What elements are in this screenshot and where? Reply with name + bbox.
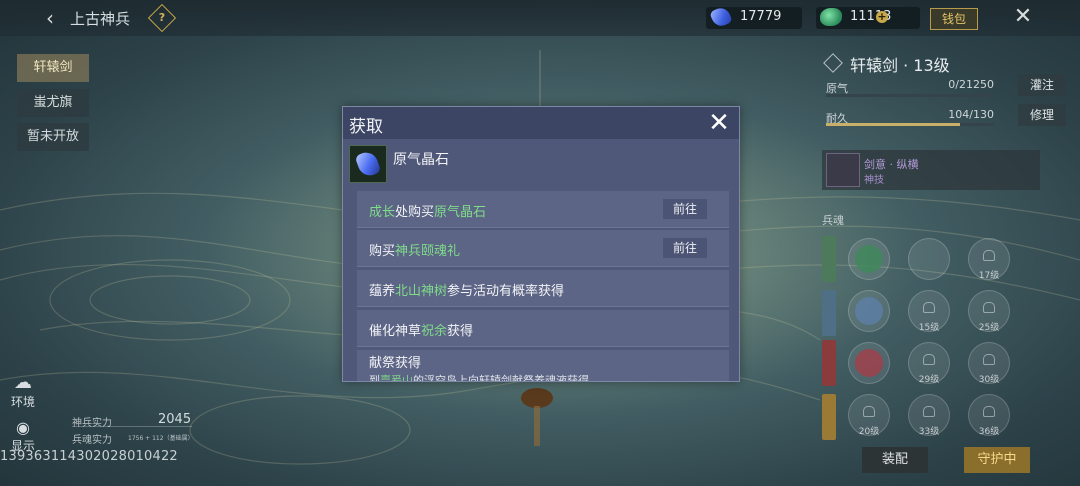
soul-tag-green [822, 236, 836, 282]
lock-icon [923, 406, 935, 417]
user-id: 13936311430202801042​2 [0, 449, 178, 464]
soul-slot[interactable]: 15级 [908, 290, 950, 333]
soul-emblem-icon [855, 349, 883, 377]
soul-label: 兵魂 [822, 214, 844, 227]
soul-slot[interactable] [848, 238, 890, 280]
soul-tag-blue [822, 290, 836, 336]
sidebar-item-chiyou[interactable]: 蚩尤旗 [17, 89, 89, 117]
soul-emblem-icon [855, 245, 883, 273]
lock-icon [863, 406, 875, 417]
durability-progress-bar [826, 123, 994, 126]
currency-blue-value: 17779 [740, 9, 782, 24]
slot-level-label: 30级 [978, 375, 1000, 385]
slot-level-label: 25级 [978, 323, 1000, 333]
acquire-dialog: 获取 ✕ 原气晶石 成长处购买原气晶石 前往 购买神兵颐魂礼 前往 蕴养北山神树… [342, 106, 740, 382]
help-icon: ? [158, 11, 166, 24]
slot-level-label: 15级 [918, 323, 940, 333]
eye-icon: ◉ [16, 418, 30, 437]
soul-slot[interactable]: 20级 [848, 394, 890, 437]
source-row: 献祭获得 到亶爰山的浮空岛上向轩辕剑献祭养魂液获得 [357, 350, 729, 382]
lock-icon [983, 354, 995, 365]
guarding-button[interactable]: 守护中 [964, 447, 1030, 473]
close-icon[interactable]: ✕ [1012, 6, 1034, 28]
soul-power-label: 兵魂实力 [72, 435, 112, 446]
blue-crystal-icon [709, 5, 733, 29]
lock-icon [983, 250, 995, 261]
item-name: 原气晶石 [393, 152, 449, 168]
cloud-icon: ☁ [14, 372, 32, 393]
soul-slot[interactable]: 36级 [968, 394, 1010, 437]
source-row: 催化神草祝余获得 [357, 310, 729, 347]
divider [72, 426, 192, 427]
weapon-icon [823, 53, 843, 73]
source-text: 蕴养北山神树参与活动有概率获得 [369, 284, 565, 299]
source-subtext: 到亶爰山的浮空岛上向轩辕剑献祭养魂液获得 [369, 374, 589, 382]
back-arrow-icon[interactable]: ‹ [38, 6, 62, 30]
crystal-item-icon [349, 145, 387, 183]
currency-blue-display: 17779 [706, 5, 802, 29]
jade-icon [820, 8, 842, 26]
sidebar-item-locked[interactable]: 暂未开放 [17, 123, 89, 151]
soul-slot[interactable]: 29级 [908, 342, 950, 385]
add-currency-icon[interactable]: + [876, 11, 888, 23]
source-text: 催化神草祝余获得 [369, 324, 474, 339]
lock-icon [923, 302, 935, 313]
dialog-header: 获取 ✕ [343, 107, 739, 139]
durability-progress-fill [826, 123, 961, 126]
soul-tag-red [822, 340, 836, 386]
weapon-name: 轩辕剑 · 13级 [850, 56, 950, 75]
qi-progress-bar [826, 94, 994, 97]
skill-type: 神技 [864, 175, 884, 186]
equip-button[interactable]: 装配 [862, 447, 928, 473]
lock-icon [983, 302, 995, 313]
currency-green-display: 11113 [816, 7, 920, 29]
stat-value-durability: 104/130 [948, 108, 994, 121]
source-row: 蕴养北山神树参与活动有概率获得 [357, 270, 729, 307]
soul-slot[interactable]: 25级 [968, 290, 1010, 333]
soul-power-value: 1756 + 112（基础属） [128, 435, 194, 442]
power-value: 2045 [158, 412, 192, 427]
dialog-title: 获取 [349, 117, 383, 137]
source-text: 成长处购买原气晶石 [369, 205, 487, 220]
go-button[interactable]: 前往 [663, 238, 707, 258]
environment-label: 环境 [10, 395, 35, 409]
slot-level-label: 36级 [978, 427, 1000, 437]
lock-icon [983, 406, 995, 417]
slot-level-label: 29级 [918, 375, 940, 385]
slot-level-label: 20级 [858, 427, 880, 437]
environment-button[interactable]: ☁ 环境 [8, 372, 38, 410]
wallet-button[interactable]: 钱包 [930, 8, 978, 30]
page-title: 上古神兵 [70, 10, 131, 28]
slot-level-label: 17级 [978, 271, 1000, 281]
source-text: 献祭获得 [369, 356, 422, 371]
soul-emblem-icon [855, 297, 883, 325]
sidebar-item-xuanyuan[interactable]: 轩辕剑 [17, 54, 89, 82]
dialog-close-icon[interactable]: ✕ [705, 109, 733, 137]
stat-value-qi: 0/21250 [948, 78, 994, 91]
soul-slot[interactable] [848, 342, 890, 384]
repair-button[interactable]: 修理 [1018, 104, 1066, 126]
slot-level-label: 33级 [918, 427, 940, 437]
skill-card[interactable]: 剑意 · 纵横 神技 [822, 150, 1040, 190]
soul-slot[interactable]: 33级 [908, 394, 950, 437]
soul-tag-gold [822, 394, 836, 440]
source-text: 购买神兵颐魂礼 [369, 244, 461, 259]
skill-name: 剑意 · 纵横 [864, 158, 919, 171]
soul-slot[interactable]: 30级 [968, 342, 1010, 385]
soul-slot[interactable] [848, 290, 890, 332]
soul-slot[interactable]: 17级 [968, 238, 1010, 281]
source-row: 成长处购买原气晶石 前往 [357, 191, 729, 228]
source-row: 购买神兵颐魂礼 前往 [357, 230, 729, 267]
skill-icon [826, 153, 860, 187]
lock-icon [923, 354, 935, 365]
go-button[interactable]: 前往 [663, 199, 707, 219]
infuse-button[interactable]: 灌注 [1018, 74, 1066, 96]
soul-slot[interactable] [908, 238, 950, 280]
